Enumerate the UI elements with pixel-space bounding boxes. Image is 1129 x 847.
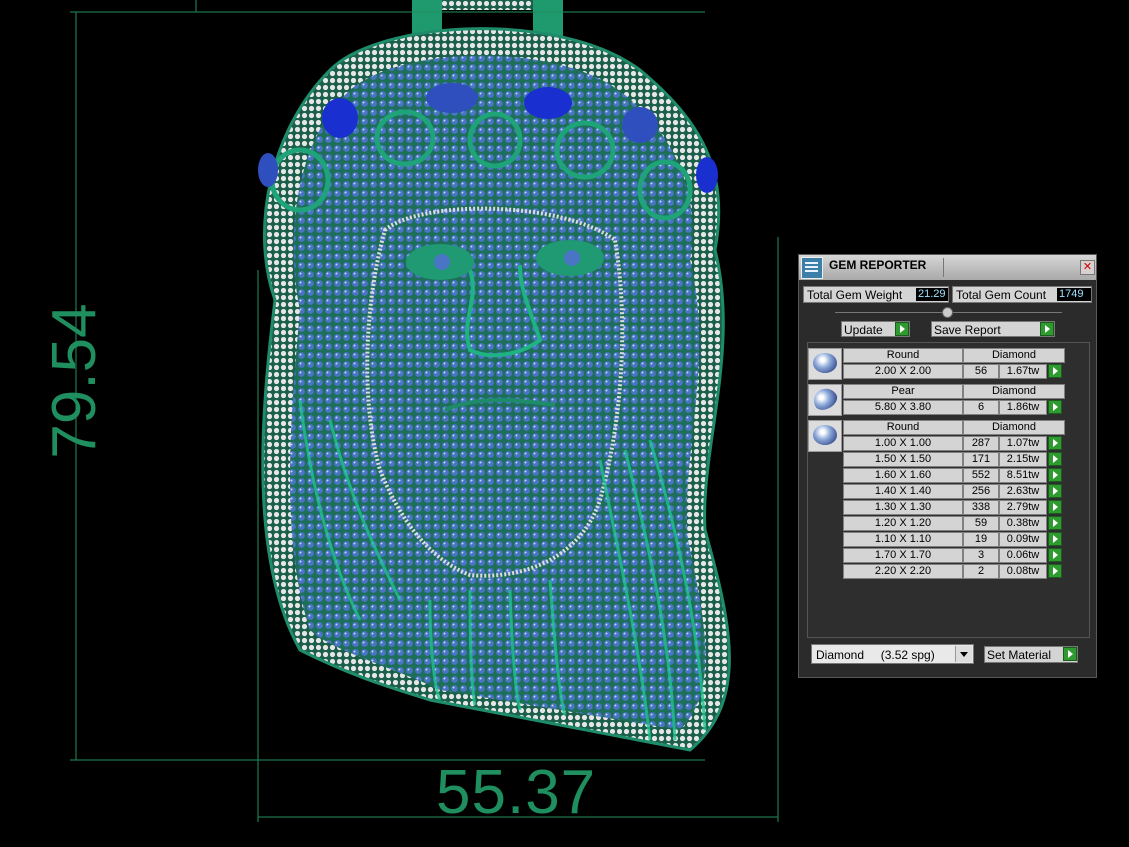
total-gem-weight: Total Gem Weight 21.29 (803, 286, 949, 303)
gem-list: Round Diamond 2.00 X 2.00 56 1.67tw Pear… (807, 342, 1090, 638)
gem-count: 552 (963, 468, 999, 483)
gem-count: 3 (963, 548, 999, 563)
sapphire-6 (696, 157, 718, 193)
total-count-value: 1749 (1057, 288, 1091, 301)
pear-gem-icon[interactable] (808, 384, 842, 416)
select-gems-arrow-icon[interactable] (1048, 500, 1062, 514)
gem-count: 6 (963, 400, 999, 415)
play-arrow-icon (1063, 647, 1077, 661)
sapphire-3 (524, 87, 572, 119)
gem-weight: 1.07tw (999, 436, 1047, 451)
gem-weight: 0.06tw (999, 548, 1047, 563)
gem-size: 1.00 X 1.00 (843, 436, 963, 451)
save-report-button[interactable]: Save Report (931, 321, 1055, 337)
gem-size: 2.20 X 2.20 (843, 564, 963, 579)
close-icon[interactable]: ✕ (1080, 260, 1095, 275)
gem-size: 1.70 X 1.70 (843, 548, 963, 563)
material-select[interactable]: Diamond (3.52 spg) (811, 644, 974, 664)
sapphire-2 (426, 83, 478, 113)
gem-size: 1.30 X 1.30 (843, 500, 963, 515)
play-arrow-icon (1040, 322, 1054, 336)
sapphire-1 (322, 98, 358, 138)
width-dimension-label: 55.37 (436, 758, 597, 827)
total-weight-label: Total Gem Weight (807, 288, 903, 302)
gem-size: 1.50 X 1.50 (843, 452, 963, 467)
select-gems-arrow-icon[interactable] (1048, 400, 1062, 414)
select-gems-arrow-icon[interactable] (1048, 364, 1062, 378)
gem-shape: Round (843, 348, 963, 363)
play-arrow-icon (895, 322, 909, 336)
total-gem-count: Total Gem Count 1749 (952, 286, 1092, 303)
gem-count: 56 (963, 364, 999, 379)
total-weight-value: 21.29 (916, 288, 948, 301)
round-gem-icon[interactable] (808, 348, 842, 380)
set-material-button[interactable]: Set Material (984, 646, 1078, 663)
slider-handle[interactable] (942, 307, 953, 318)
select-gems-arrow-icon[interactable] (1048, 468, 1062, 482)
update-button[interactable]: Update (841, 321, 910, 337)
gem-count: 256 (963, 484, 999, 499)
gem-weight: 2.15tw (999, 452, 1047, 467)
gem-weight: 1.86tw (999, 400, 1047, 415)
gem-size: 1.40 X 1.40 (843, 484, 963, 499)
height-dimension-label: 79.54 (40, 303, 109, 459)
title-divider (943, 258, 944, 277)
gem-size: 2.00 X 2.00 (843, 364, 963, 379)
gem-material: Diamond (963, 384, 1065, 399)
gem-count: 338 (963, 500, 999, 515)
gem-weight: 0.09tw (999, 532, 1047, 547)
gem-size: 1.60 X 1.60 (843, 468, 963, 483)
panel-title: GEM REPORTER (829, 258, 927, 272)
round-gem-icon[interactable] (808, 420, 842, 452)
gem-count: 59 (963, 516, 999, 531)
select-gems-arrow-icon[interactable] (1048, 452, 1062, 466)
gem-material: Diamond (963, 348, 1065, 363)
gem-weight: 1.67tw (999, 364, 1047, 379)
select-gems-arrow-icon[interactable] (1048, 516, 1062, 530)
gem-material: Diamond (963, 420, 1065, 435)
select-gems-arrow-icon[interactable] (1048, 436, 1062, 450)
sapphire-4 (622, 107, 658, 143)
gem-size: 1.20 X 1.20 (843, 516, 963, 531)
save-report-label: Save Report (934, 323, 1001, 337)
gem-weight: 2.63tw (999, 484, 1047, 499)
gem-weight: 0.08tw (999, 564, 1047, 579)
gem-count: 287 (963, 436, 999, 451)
gem-shape: Round (843, 420, 963, 435)
total-count-label: Total Gem Count (956, 288, 1047, 302)
set-material-label: Set Material (987, 648, 1052, 662)
gem-size: 5.80 X 3.80 (843, 400, 963, 415)
gem-weight: 2.79tw (999, 500, 1047, 515)
select-gems-arrow-icon[interactable] (1048, 548, 1062, 562)
select-gems-arrow-icon[interactable] (1048, 564, 1062, 578)
gem-count: 19 (963, 532, 999, 547)
gem-size: 1.10 X 1.10 (843, 532, 963, 547)
gem-weight: 8.51tw (999, 468, 1047, 483)
title-bar[interactable]: GEM REPORTER ✕ (799, 255, 1096, 280)
select-gems-arrow-icon[interactable] (1048, 484, 1062, 498)
gem-shape: Pear (843, 384, 963, 399)
gem-weight: 0.38tw (999, 516, 1047, 531)
gem-count: 171 (963, 452, 999, 467)
gem-reporter-icon (801, 257, 823, 279)
select-gems-arrow-icon[interactable] (1048, 532, 1062, 546)
material-select-value: Diamond (3.52 spg) (816, 648, 935, 662)
update-button-label: Update (844, 323, 883, 337)
chevron-down-icon[interactable] (955, 646, 972, 662)
gem-count: 2 (963, 564, 999, 579)
sapphire-5 (258, 153, 278, 187)
gem-reporter-panel: GEM REPORTER ✕ Total Gem Weight 21.29 To… (798, 254, 1097, 678)
